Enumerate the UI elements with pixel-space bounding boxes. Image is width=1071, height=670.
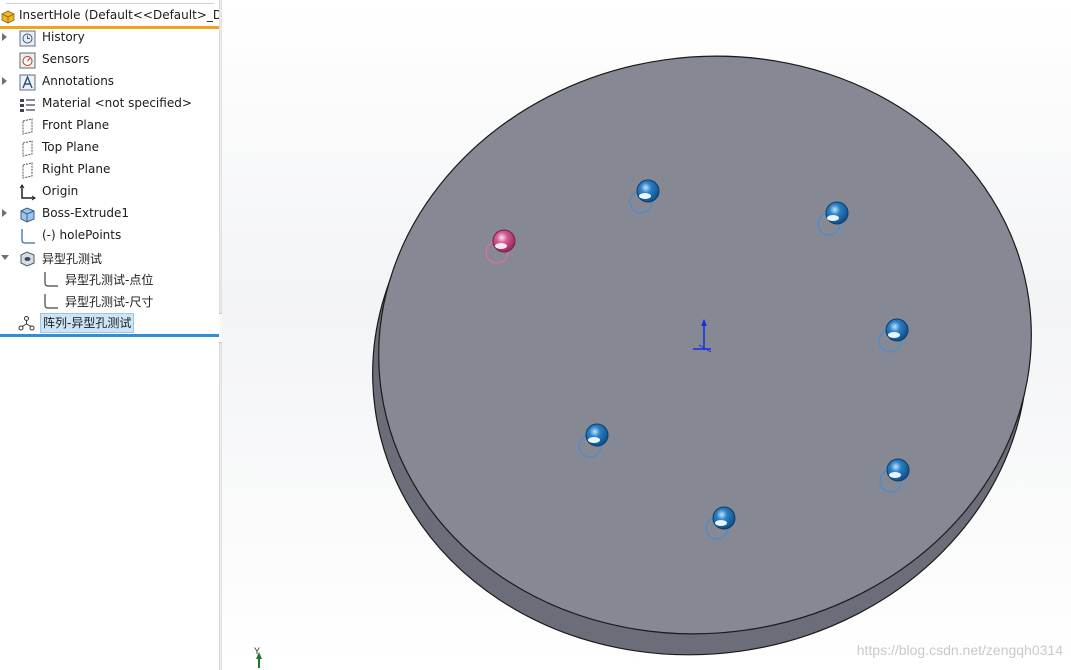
tree-item-label: Sensors <box>42 52 90 66</box>
expand-arrow-icon[interactable] <box>2 209 7 217</box>
tree-item-label: Front Plane <box>42 118 110 132</box>
tree-item-material[interactable]: Material <not specified> <box>0 93 219 115</box>
sensors-icon <box>19 52 36 69</box>
pattern-icon <box>18 316 35 331</box>
tree-item-hole-sketch-points[interactable]: 异型孔测试-点位 <box>0 268 219 290</box>
expand-arrow-icon[interactable] <box>2 33 7 41</box>
tree-item-label: Right Plane <box>42 162 111 176</box>
tree-item-sensors[interactable]: Sensors <box>0 49 219 71</box>
tree-item-label: History <box>42 30 85 44</box>
watermark-text: https://blog.csdn.net/zengqh0314 <box>856 642 1063 658</box>
tree-item-right-plane[interactable]: Right Plane <box>0 159 219 181</box>
material-icon <box>20 99 35 112</box>
sketch-icon <box>44 272 58 287</box>
tree-item-hole-feature[interactable]: 异型孔测试 <box>0 247 219 269</box>
disk-top-face[interactable] <box>341 14 1069 670</box>
triad-y-label: Y <box>254 646 261 656</box>
model-view <box>256 14 1069 670</box>
expand-arrow-icon[interactable] <box>2 77 7 85</box>
tree-item-label: 异型孔测试-点位 <box>65 273 154 287</box>
part-icon <box>1 10 15 24</box>
graphics-viewport[interactable]: Y https://blog.csdn.net/zengqh0314 <box>222 0 1071 670</box>
annotations-icon <box>19 74 36 91</box>
tree-item-origin[interactable]: Origin <box>0 181 219 203</box>
tree-item-holepoints[interactable]: (-) holePoints <box>0 225 219 247</box>
tree-root-label: InsertHole (Default<<Default>_Display St… <box>19 8 219 22</box>
feature-manager-tree: InsertHole (Default<<Default>_Display St… <box>0 0 219 670</box>
tree-item-label: Boss-Extrude1 <box>42 206 129 220</box>
tree-item-history[interactable]: History <box>0 27 219 49</box>
tree-item-annotations[interactable]: Annotations <box>0 71 219 93</box>
boss-extrude-icon <box>20 207 35 223</box>
plane-icon <box>22 162 33 179</box>
tree-item-label: Material <not specified> <box>42 96 192 110</box>
tree-item-label: Top Plane <box>42 140 99 154</box>
origin-icon <box>19 184 36 201</box>
tree-item-pattern[interactable]: 阵列-异型孔测试 <box>0 312 219 334</box>
history-icon <box>19 30 36 47</box>
collapse-arrow-icon[interactable] <box>1 255 9 260</box>
tree-item-label: (-) holePoints <box>42 228 122 242</box>
tree-item-label: 阵列-异型孔测试 <box>40 313 135 333</box>
tree-root-part[interactable]: InsertHole (Default<<Default>_Display St… <box>0 6 219 26</box>
sketch-icon <box>21 229 35 244</box>
rollback-bar[interactable] <box>0 334 219 337</box>
hole-feature-icon <box>20 251 35 267</box>
plane-icon <box>22 118 33 135</box>
tree-item-top-plane[interactable]: Top Plane <box>0 137 219 159</box>
tree-item-label: Annotations <box>42 74 115 88</box>
tree-item-label: Origin <box>42 184 79 198</box>
tree-item-front-plane[interactable]: Front Plane <box>0 115 219 137</box>
panel-top-rule <box>6 0 214 4</box>
tree-item-label: 异型孔测试 <box>42 252 103 266</box>
tree-item-boss-extrude1[interactable]: Boss-Extrude1 <box>0 203 219 225</box>
sketch-icon <box>44 294 58 309</box>
tree-item-hole-sketch-dimensions[interactable]: 异型孔测试-尺寸 <box>0 290 219 312</box>
plane-icon <box>22 140 33 157</box>
tree-item-label: 异型孔测试-尺寸 <box>65 295 154 309</box>
